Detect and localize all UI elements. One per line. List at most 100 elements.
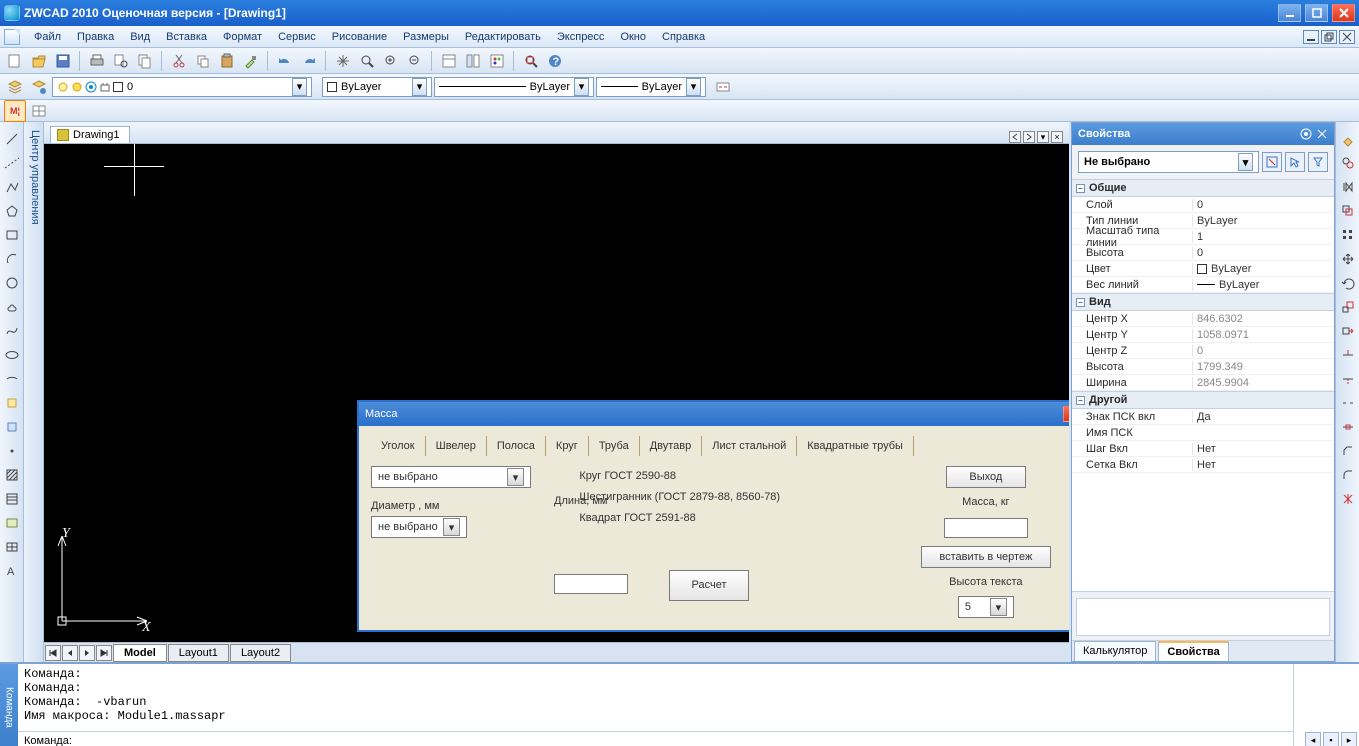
undo-button[interactable]: [274, 50, 296, 72]
color-combo[interactable]: ByLayer ▾: [322, 77, 432, 97]
point-tool[interactable]: [3, 442, 21, 460]
join-tool[interactable]: [1339, 418, 1357, 436]
prop-value[interactable]: ByLayer: [1192, 215, 1334, 227]
menu-window[interactable]: Окно: [612, 28, 654, 46]
layer-combo-arrow[interactable]: ▾: [292, 78, 307, 96]
insert-button[interactable]: вставить в чертеж: [921, 546, 1051, 568]
layout-tab-layout2[interactable]: Layout2: [230, 644, 291, 662]
dialog-tab-corner[interactable]: Уголок: [371, 436, 426, 456]
prop-value[interactable]: ByLayer: [1192, 279, 1334, 291]
save-button[interactable]: [52, 50, 74, 72]
paste-button[interactable]: [216, 50, 238, 72]
tab-nav-menu[interactable]: ▾: [1037, 131, 1049, 143]
prop-row[interactable]: Вес линий ByLayer: [1072, 277, 1334, 293]
mdi-close-button[interactable]: [1339, 30, 1355, 44]
document-tab[interactable]: Drawing1: [50, 126, 130, 143]
print-preview-button[interactable]: [110, 50, 132, 72]
table-button[interactable]: [28, 100, 50, 122]
properties-title-bar[interactable]: Свойства: [1072, 123, 1334, 145]
cmd-scroll-stop[interactable]: ▪: [1323, 732, 1339, 746]
arc-tool[interactable]: [3, 250, 21, 268]
mtext-toggle-button[interactable]: M¦: [4, 100, 26, 122]
copy-button[interactable]: [192, 50, 214, 72]
dialog-tab-pipe[interactable]: Труба: [589, 436, 640, 456]
prop-value[interactable]: Нет: [1192, 459, 1334, 471]
offset-tool[interactable]: [1339, 202, 1357, 220]
copy-tool[interactable]: [1339, 154, 1357, 172]
prop-value[interactable]: Да: [1192, 411, 1334, 423]
move-tool[interactable]: [1339, 250, 1357, 268]
ellipse-arc-tool[interactable]: [3, 370, 21, 388]
command-input[interactable]: [79, 734, 1287, 746]
dialog-tab-strip[interactable]: Полоса: [487, 436, 546, 456]
print-button[interactable]: [86, 50, 108, 72]
prop-value[interactable]: 2845.9904: [1192, 377, 1334, 389]
filter-button[interactable]: [1308, 152, 1328, 172]
trim-tool[interactable]: [1339, 346, 1357, 364]
pan-button[interactable]: [332, 50, 354, 72]
mdi-restore-button[interactable]: [1321, 30, 1337, 44]
prop-value[interactable]: 0: [1192, 345, 1334, 357]
prop-section-header[interactable]: −Вид: [1072, 293, 1334, 311]
minimize-button[interactable]: [1278, 4, 1301, 22]
help-button[interactable]: ?: [544, 50, 566, 72]
rectangle-tool[interactable]: [3, 226, 21, 244]
region-tool[interactable]: [3, 514, 21, 532]
selection-combo[interactable]: Не выбрано ▾: [1078, 151, 1259, 173]
line-tool[interactable]: [3, 130, 21, 148]
publish-button[interactable]: [134, 50, 156, 72]
linetype-combo-arrow[interactable]: ▾: [574, 78, 589, 96]
dialog-tab-sheet[interactable]: Лист стальной: [702, 436, 797, 456]
menu-service[interactable]: Сервис: [270, 28, 324, 46]
menu-help[interactable]: Справка: [654, 28, 713, 46]
prop-row[interactable]: Центр Y1058.0971: [1072, 327, 1334, 343]
menu-modify[interactable]: Редактировать: [457, 28, 549, 46]
prop-row[interactable]: Шаг ВклНет: [1072, 441, 1334, 457]
gradient-tool[interactable]: [3, 490, 21, 508]
lineweight-combo[interactable]: ByLayer ▾: [596, 77, 706, 97]
array-tool[interactable]: [1339, 226, 1357, 244]
rotate-tool[interactable]: [1339, 274, 1357, 292]
menu-file[interactable]: Файл: [26, 28, 69, 46]
hatch-tool[interactable]: [3, 466, 21, 484]
erase-tool[interactable]: [1339, 130, 1357, 148]
table-tool[interactable]: [3, 538, 21, 556]
layer-previous-button[interactable]: [28, 76, 50, 98]
prop-row[interactable]: Ширина2845.9904: [1072, 375, 1334, 391]
polyline-tool[interactable]: [3, 178, 21, 196]
prop-row[interactable]: Знак ПСК вклДа: [1072, 409, 1334, 425]
prop-value[interactable]: 846.6302: [1192, 313, 1334, 325]
profile-select[interactable]: не выбрано ▾: [371, 466, 531, 488]
prop-value[interactable]: 0: [1192, 199, 1334, 211]
menu-express[interactable]: Экспресс: [549, 28, 613, 46]
prop-row[interactable]: Высота0: [1072, 245, 1334, 261]
text-height-select[interactable]: 5 ▾: [958, 596, 1014, 618]
match-props-button[interactable]: [240, 50, 262, 72]
mtext-tool[interactable]: A: [3, 562, 21, 580]
layer-combo[interactable]: 0 ▾: [52, 77, 312, 97]
prop-section-header[interactable]: −Другой: [1072, 391, 1334, 409]
menu-draw[interactable]: Рисование: [324, 28, 395, 46]
menu-view[interactable]: Вид: [122, 28, 158, 46]
diameter-select[interactable]: не выбрано ▾: [371, 516, 467, 538]
prop-value[interactable]: Нет: [1192, 443, 1334, 455]
tab-nav-left[interactable]: [1009, 131, 1021, 143]
fillet-tool[interactable]: [1339, 466, 1357, 484]
insert-block-tool[interactable]: [3, 394, 21, 412]
layout-tab-model[interactable]: Model: [113, 644, 167, 662]
layer-manager-button[interactable]: [4, 76, 26, 98]
new-button[interactable]: [4, 50, 26, 72]
spline-tool[interactable]: [3, 322, 21, 340]
zoom-previous-button[interactable]: [404, 50, 426, 72]
zoom-realtime-button[interactable]: [356, 50, 378, 72]
exit-button[interactable]: Выход: [946, 466, 1026, 488]
tool-palette-button[interactable]: [486, 50, 508, 72]
design-center-panel-title[interactable]: Центр управления: [24, 122, 44, 662]
linetype-manager-button[interactable]: [712, 76, 734, 98]
properties-toggle-button[interactable]: [438, 50, 460, 72]
extend-tool[interactable]: [1339, 370, 1357, 388]
maximize-button[interactable]: [1305, 4, 1328, 22]
menu-dimension[interactable]: Размеры: [395, 28, 457, 46]
mdi-minimize-button[interactable]: [1303, 30, 1319, 44]
prop-row[interactable]: Центр Z0: [1072, 343, 1334, 359]
